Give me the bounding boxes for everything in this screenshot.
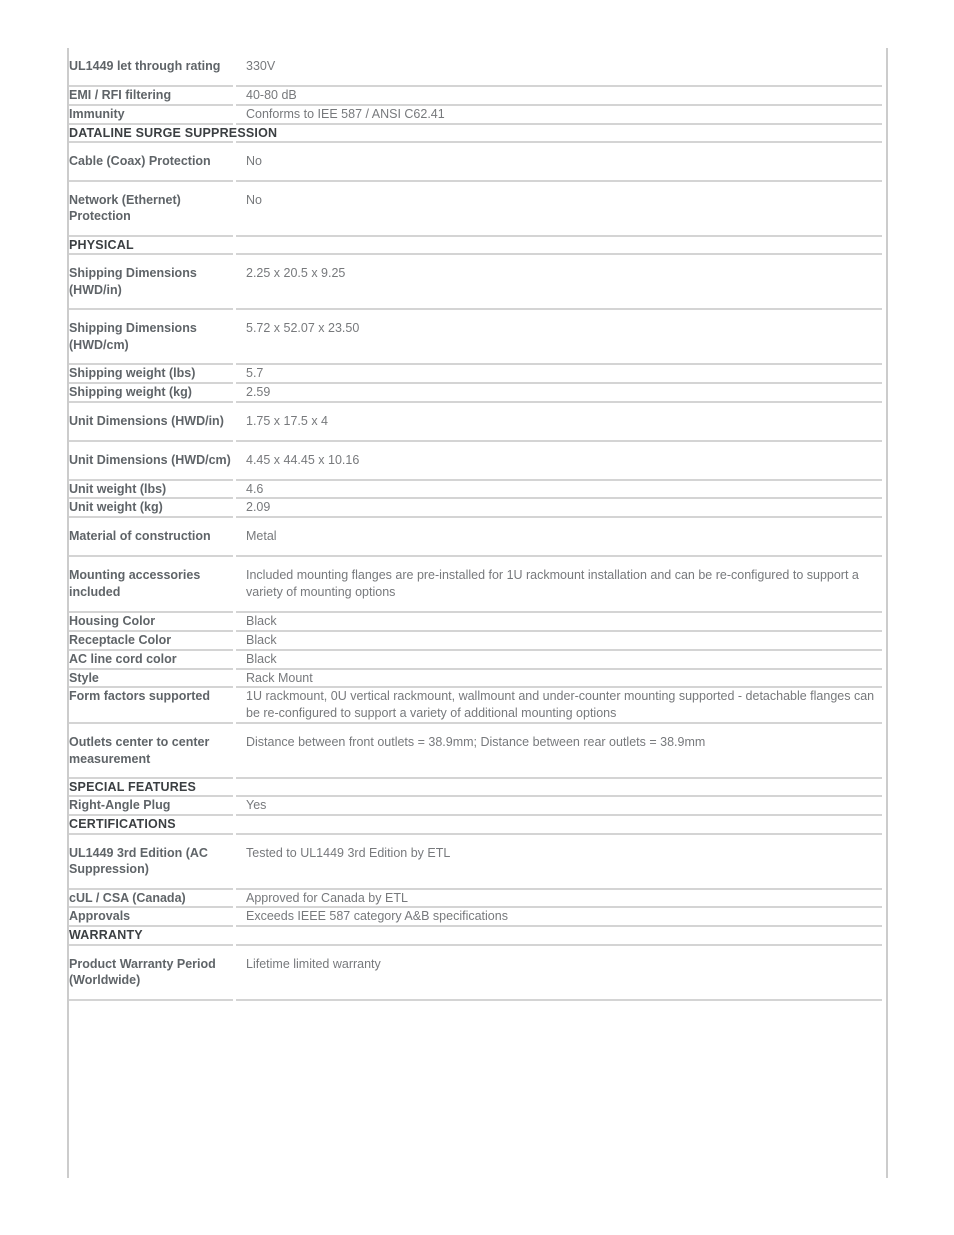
section-header-row: CERTIFICATIONS: [69, 815, 882, 835]
spec-value: No: [234, 141, 882, 182]
spec-label: Shipping weight (lbs): [69, 364, 236, 384]
spec-value: 1U rackmount, 0U vertical rackmount, wal…: [234, 687, 882, 725]
spec-label: Receptacle Color: [69, 630, 236, 651]
section-header-label: SPECIAL FEATURES: [69, 778, 882, 798]
spec-label: Unit weight (kg): [69, 498, 236, 519]
spec-value: 2.25 x 20.5 x 9.25: [234, 254, 882, 310]
spec-row: Housing Color Black: [69, 611, 882, 632]
spec-value: 5.7: [234, 364, 882, 384]
spec-label: Material of construction: [69, 517, 236, 558]
spec-value: Approved for Canada by ETL: [234, 888, 882, 909]
spec-label: Shipping weight (kg): [69, 382, 236, 403]
spec-label: cUL / CSA (Canada): [69, 888, 236, 909]
spec-value: 5.72 x 52.07 x 23.50: [234, 309, 882, 365]
spec-row: AC line cord color Black: [69, 649, 882, 670]
spec-value: Distance between front outlets = 38.9mm;…: [234, 723, 882, 780]
spec-value: 2.09: [234, 498, 882, 519]
spec-row: Cable (Coax) Protection No: [69, 141, 882, 182]
spec-row: Shipping weight (lbs) 5.7: [69, 364, 882, 384]
spec-value: Black: [234, 630, 882, 651]
spec-label: Immunity: [69, 104, 236, 125]
spec-value: Metal: [234, 517, 882, 558]
panel-right-rule: [886, 48, 888, 1178]
spec-row: UL1449 let through rating 330V: [69, 48, 882, 87]
spec-label: AC line cord color: [69, 649, 236, 670]
section-header-row: DATALINE SURGE SUPPRESSION: [69, 123, 882, 143]
spec-row: Shipping Dimensions (HWD/cm) 5.72 x 52.07…: [69, 309, 882, 365]
spec-value: 4.45 x 44.45 x 10.16: [234, 440, 882, 481]
spec-label: Style: [69, 668, 236, 689]
spec-row: Unit Dimensions (HWD/cm) 4.45 x 44.45 x 1…: [69, 440, 882, 481]
spec-value: No: [234, 180, 882, 237]
spec-value: Included mounting flanges are pre-instal…: [234, 556, 882, 613]
spec-row: Approvals Exceeds IEEE 587 category A&B s…: [69, 907, 882, 928]
spec-row: Product Warranty Period (Worldwide) Lifet…: [69, 944, 882, 1001]
spec-row: Material of construction Metal: [69, 517, 882, 558]
spec-row: UL1449 3rd Edition (AC Suppression) Teste…: [69, 833, 882, 890]
spec-value: Exceeds IEEE 587 category A&B specificat…: [234, 907, 882, 928]
spec-label: Mounting accessories included: [69, 556, 236, 613]
spec-label: Cable (Coax) Protection: [69, 141, 236, 182]
spec-row: Right-Angle Plug Yes: [69, 796, 882, 817]
spec-value: 2.59: [234, 382, 882, 403]
spec-row: Mounting accessories included Included mo…: [69, 556, 882, 613]
spec-label: Network (Ethernet) Protection: [69, 180, 236, 237]
spec-label: Unit weight (lbs): [69, 479, 236, 500]
section-header-label: DATALINE SURGE SUPPRESSION: [69, 123, 882, 143]
section-header-row: SPECIAL FEATURES: [69, 778, 882, 798]
spec-label: Right-Angle Plug: [69, 796, 236, 817]
spec-value: 4.6: [234, 479, 882, 500]
spec-row: Network (Ethernet) Protection No: [69, 180, 882, 237]
spec-label: EMI / RFI filtering: [69, 85, 236, 106]
spec-row: Unit Dimensions (HWD/in) 1.75 x 17.5 x 4: [69, 401, 882, 442]
section-header-label: WARRANTY: [69, 926, 882, 946]
spec-value: Lifetime limited warranty: [234, 944, 882, 1001]
spec-label: UL1449 3rd Edition (AC Suppression): [69, 833, 236, 890]
spec-row: EMI / RFI filtering 40-80 dB: [69, 85, 882, 106]
spec-row: Unit weight (kg) 2.09: [69, 498, 882, 519]
section-header-row: PHYSICAL: [69, 235, 882, 256]
spec-label: Outlets center to center measurement: [69, 723, 236, 780]
spec-label: Approvals: [69, 907, 236, 928]
spec-value: Tested to UL1449 3rd Edition by ETL: [234, 833, 882, 890]
spec-value: 330V: [234, 48, 882, 87]
spec-label: Product Warranty Period (Worldwide): [69, 944, 236, 1001]
section-header-row: WARRANTY: [69, 926, 882, 946]
spec-value: Black: [234, 611, 882, 632]
spec-value: Black: [234, 649, 882, 670]
spec-label: Unit Dimensions (HWD/in): [69, 401, 236, 442]
spec-row: Form factors supported 1U rackmount, 0U v…: [69, 687, 882, 725]
spec-row: Receptacle Color Black: [69, 630, 882, 651]
spec-row: Unit weight (lbs) 4.6: [69, 479, 882, 500]
spec-row: Immunity Conforms to IEE 587 / ANSI C62.4…: [69, 104, 882, 125]
spec-value: Rack Mount: [234, 668, 882, 689]
spec-row: Outlets center to center measurement Dist…: [69, 723, 882, 780]
spec-label: Shipping Dimensions (HWD/in): [69, 254, 236, 310]
spec-value: 40-80 dB: [234, 85, 882, 106]
spec-value: Yes: [234, 796, 882, 817]
section-header-label: PHYSICAL: [69, 235, 882, 256]
specifications-table: UL1449 let through rating 330V EMI / RFI f…: [69, 48, 882, 1001]
spec-value: Conforms to IEE 587 / ANSI C62.41: [234, 104, 882, 125]
spec-label: Unit Dimensions (HWD/cm): [69, 440, 236, 481]
spec-value: 1.75 x 17.5 x 4: [234, 401, 882, 442]
section-header-label: CERTIFICATIONS: [69, 815, 882, 835]
spec-label: Form factors supported: [69, 687, 236, 725]
spec-label: UL1449 let through rating: [69, 48, 236, 87]
spec-row: Style Rack Mount: [69, 668, 882, 689]
spec-sheet-page: UL1449 let through rating 330V EMI / RFI f…: [0, 0, 954, 1235]
spec-row: Shipping weight (kg) 2.59: [69, 382, 882, 403]
spec-row: Shipping Dimensions (HWD/in) 2.25 x 20.5 …: [69, 254, 882, 310]
spec-row: cUL / CSA (Canada) Approved for Canada by…: [69, 888, 882, 909]
spec-label: Housing Color: [69, 611, 236, 632]
spec-label: Shipping Dimensions (HWD/cm): [69, 309, 236, 365]
